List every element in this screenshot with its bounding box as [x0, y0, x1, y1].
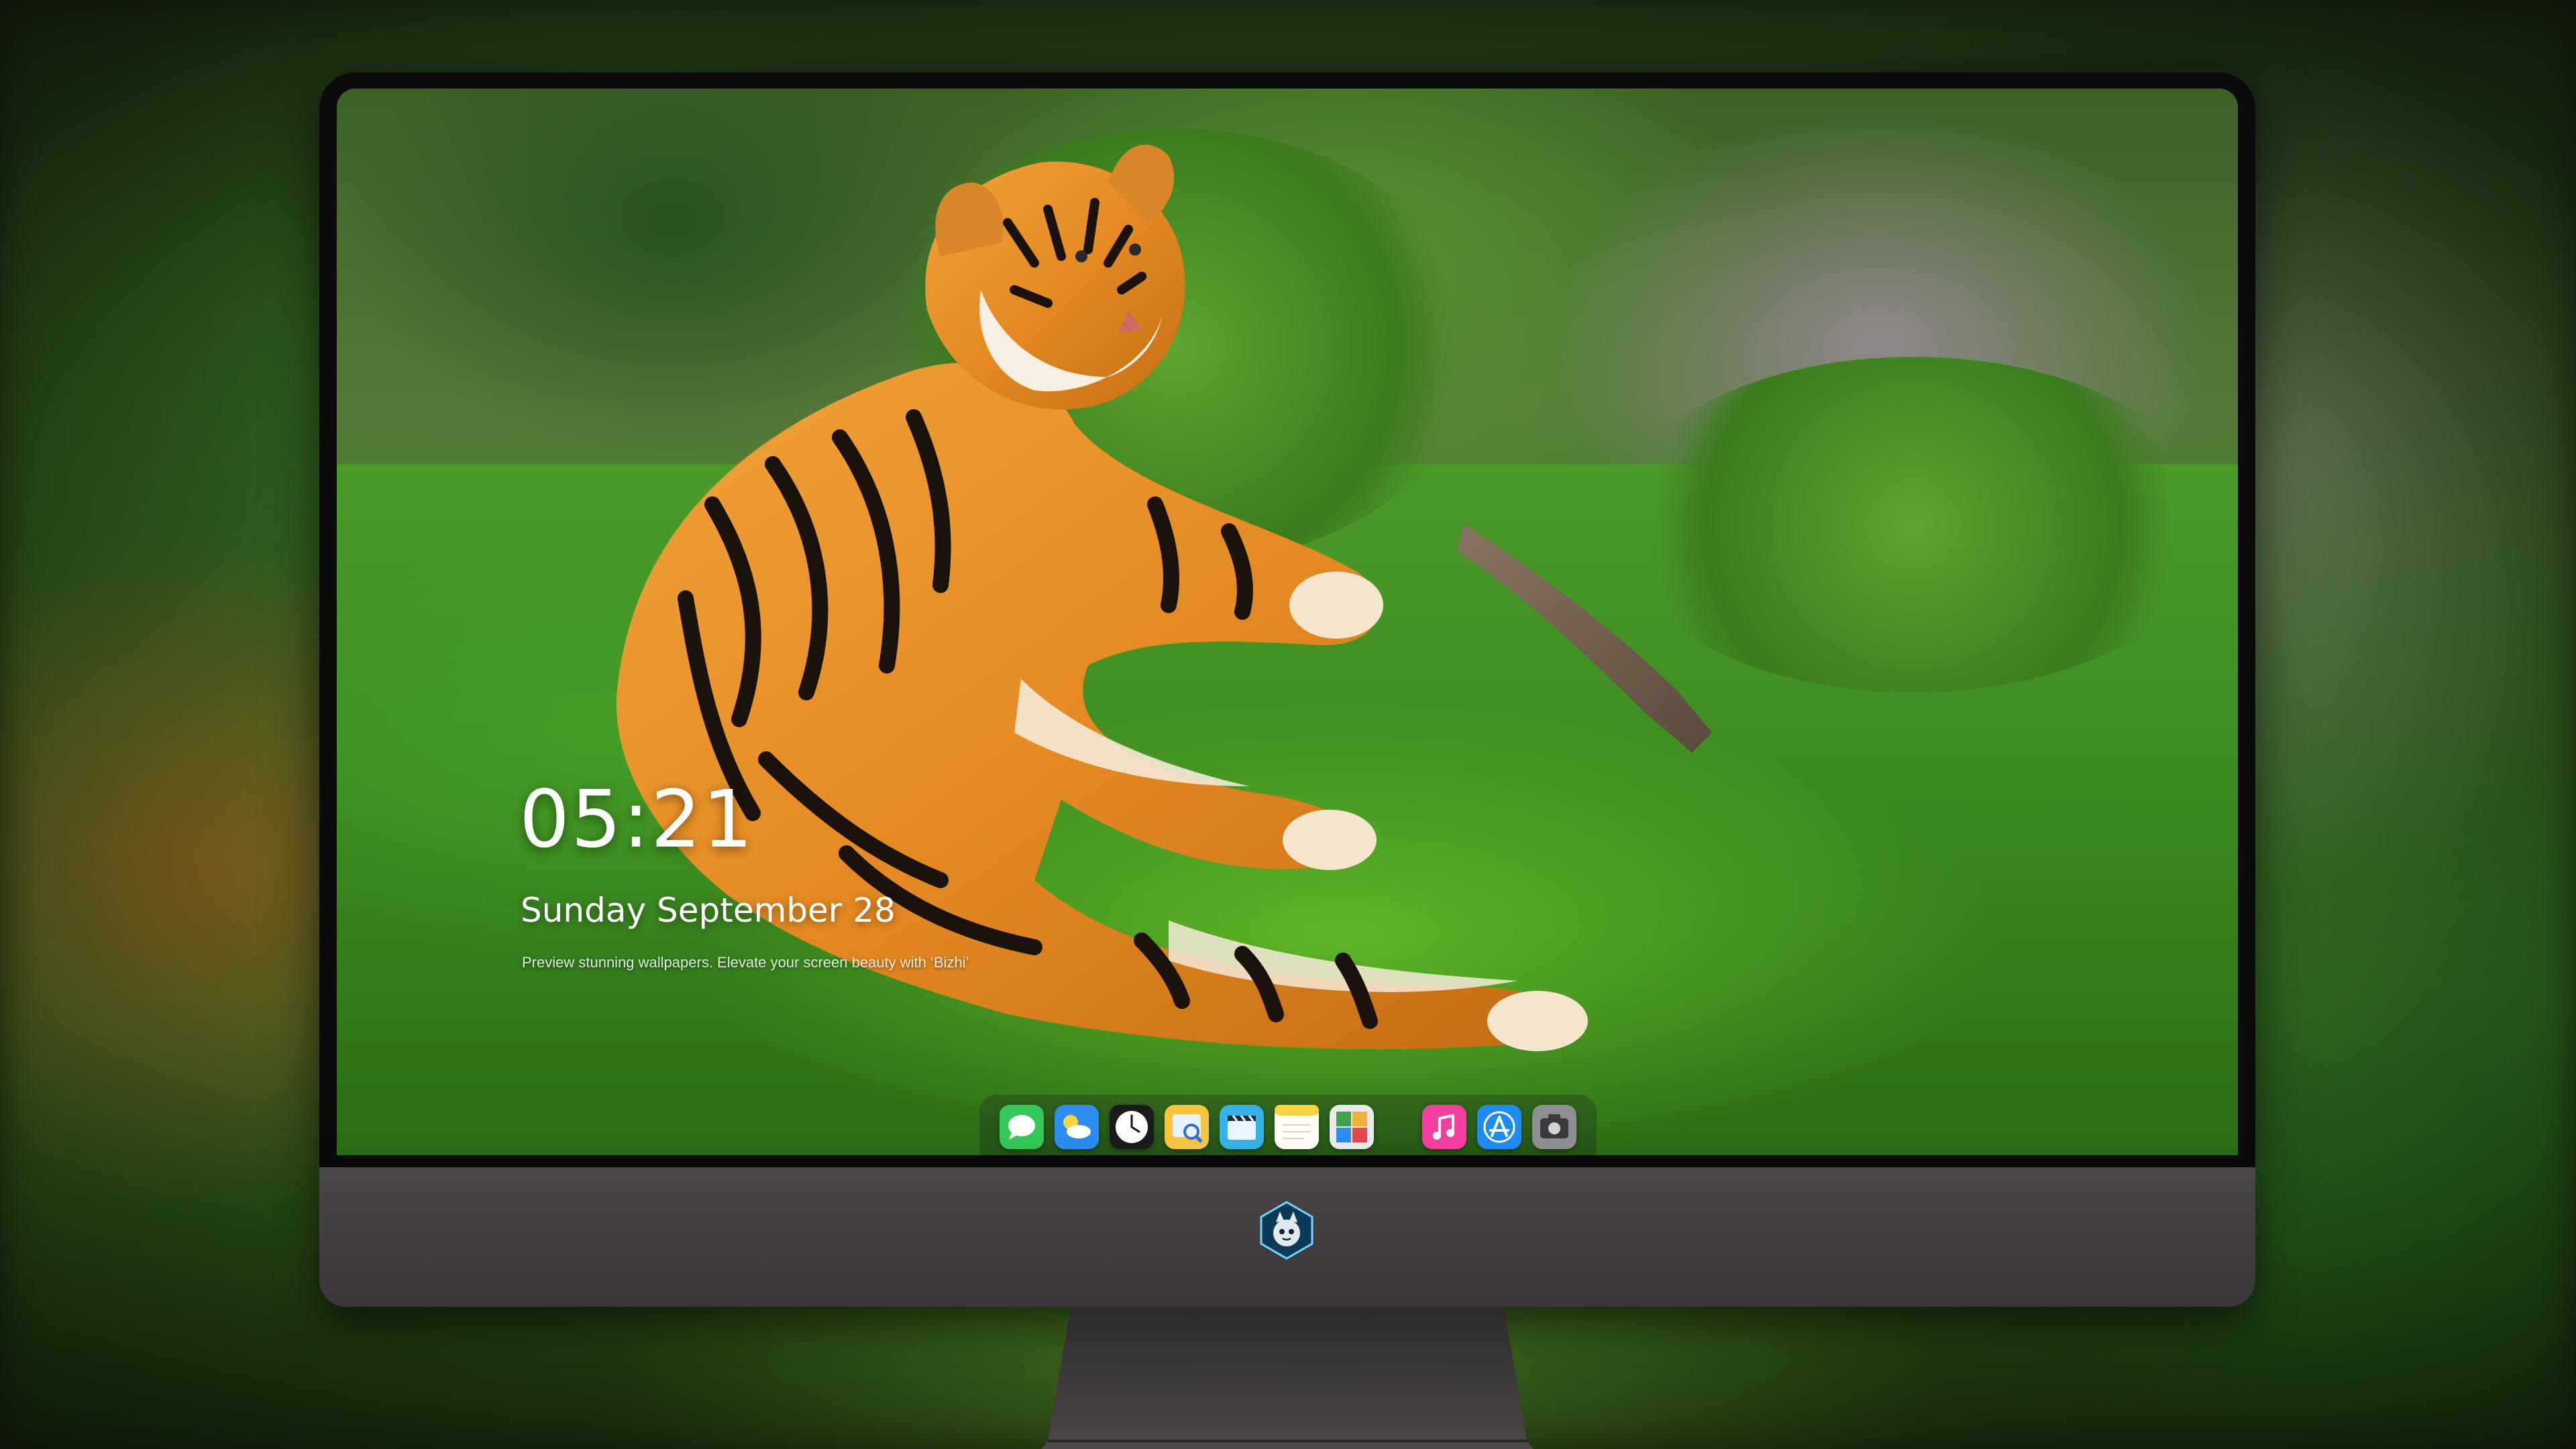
brand-logo-icon	[1260, 1201, 1313, 1260]
messages-icon[interactable]	[1000, 1105, 1044, 1149]
monitor-stand	[1041, 1307, 1534, 1449]
dock	[979, 1095, 1597, 1155]
screen: 05:21 Sunday September 28 Preview stunni…	[337, 89, 2238, 1155]
monitor: 05:21 Sunday September 28 Preview stunni…	[319, 72, 2255, 1449]
dock-separator	[1385, 1107, 1411, 1147]
preview-icon[interactable]	[1165, 1105, 1209, 1149]
music-icon[interactable]	[1422, 1105, 1466, 1149]
lock-screen-tagline: Preview stunning wallpapers. Elevate you…	[522, 954, 969, 971]
photo-booth-icon[interactable]	[1330, 1105, 1374, 1149]
weather-icon[interactable]	[1055, 1105, 1099, 1149]
tiger-image	[616, 144, 1712, 1051]
monitor-bezel: 05:21 Sunday September 28 Preview stunni…	[319, 72, 2255, 1167]
lock-screen-date: Sunday September 28	[521, 891, 896, 930]
app-store-icon[interactable]	[1477, 1105, 1521, 1149]
screenshot-icon[interactable]	[1532, 1105, 1576, 1149]
notes-icon[interactable]	[1275, 1105, 1319, 1149]
clips-icon[interactable]	[1220, 1105, 1264, 1149]
clock-icon[interactable]	[1110, 1105, 1154, 1149]
lock-screen-time: 05:21	[519, 773, 755, 865]
